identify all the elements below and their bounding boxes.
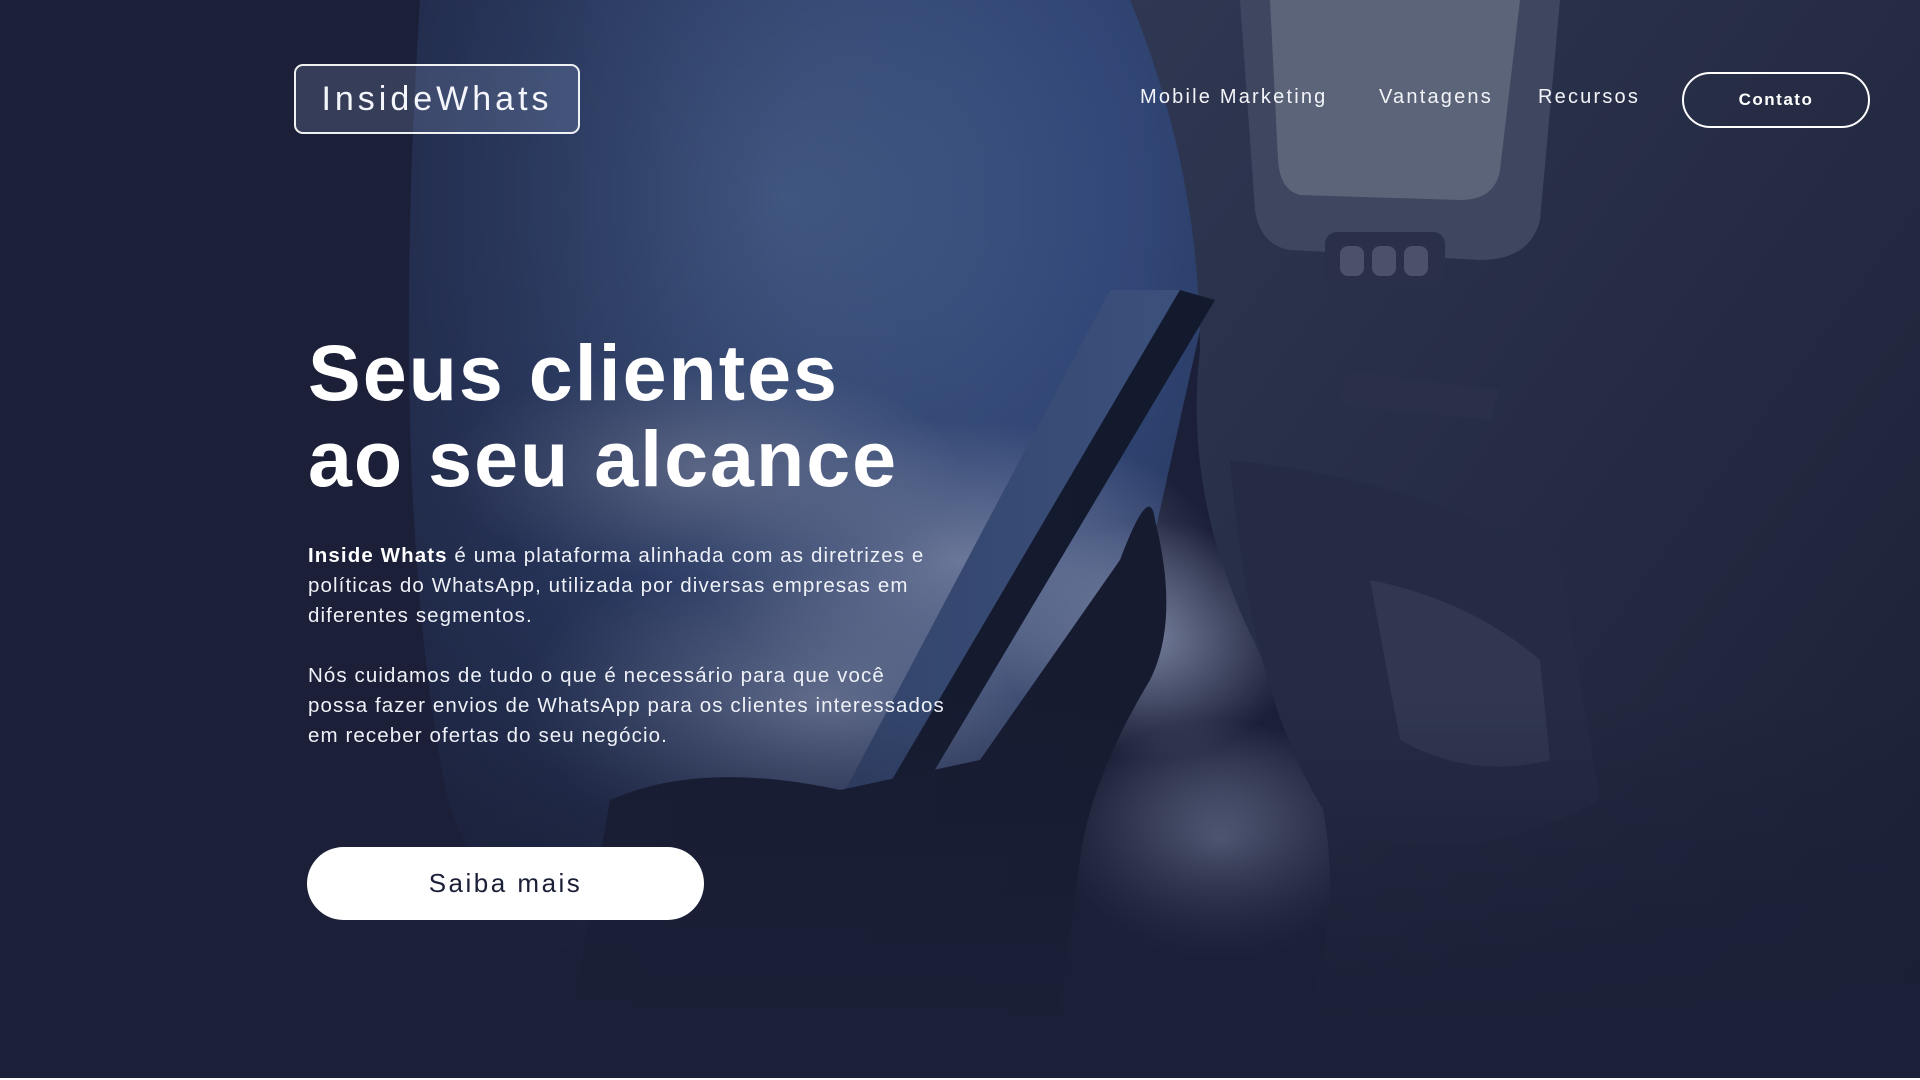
hero-description-1: Inside Whats é uma plataforma alinhada c… xyxy=(308,541,948,631)
headline-line-2: ao seu alcance xyxy=(308,414,899,503)
headline-line-1: Seus clientes xyxy=(308,328,839,417)
nav-item-vantagens[interactable]: Vantagens xyxy=(1379,86,1493,109)
nav-item-mobile-marketing[interactable]: Mobile Marketing xyxy=(1140,86,1328,109)
saiba-mais-button[interactable]: Saiba mais xyxy=(307,847,704,920)
contact-button[interactable]: Contato xyxy=(1682,72,1870,128)
airplane-window-photo xyxy=(0,0,1920,1080)
hero-headline: Seus clientes ao seu alcance xyxy=(308,330,898,502)
brand-logo[interactable]: InsideWhats xyxy=(294,64,580,134)
hero-description-2: Nós cuidamos de tudo o que é necessário … xyxy=(308,664,945,747)
brand-name-bold: Inside Whats xyxy=(308,544,448,567)
hero-background-image xyxy=(0,0,1920,1080)
nav-item-recursos[interactable]: Recursos xyxy=(1538,86,1640,109)
